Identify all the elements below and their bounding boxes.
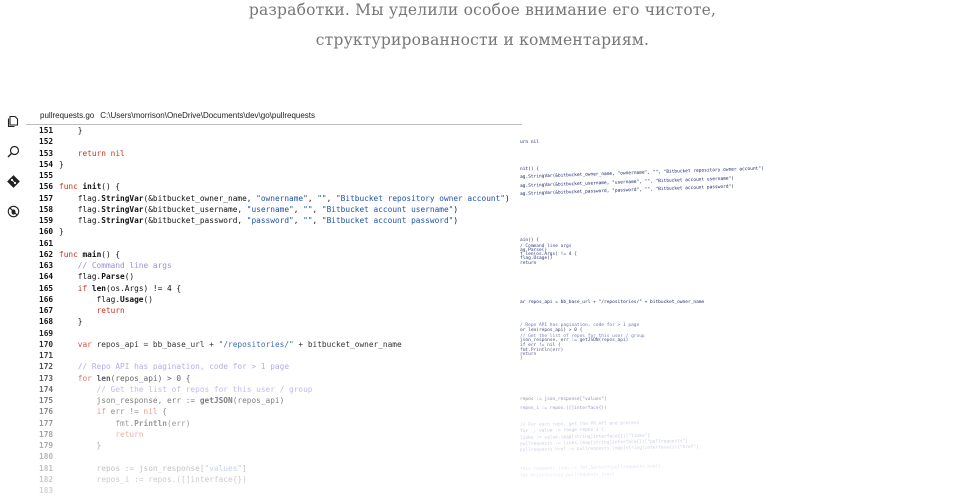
minimap-line: this_requests_json := fmt.Sprintf(pullre…: [520, 464, 661, 472]
code-line[interactable]: 167 return: [26, 305, 526, 316]
line-content[interactable]: repos_i := repos.([]interface{}): [59, 474, 247, 485]
code-line[interactable]: 183: [26, 485, 526, 496]
line-content[interactable]: // Get the list of repos for this user /…: [59, 384, 313, 395]
file-name[interactable]: pullrequests.go: [40, 111, 94, 120]
line-content[interactable]: func main() {: [59, 249, 120, 260]
line-number: 183: [39, 486, 54, 495]
code-line[interactable]: 174 // Get the list of repos for this us…: [26, 384, 526, 395]
code-editor[interactable]: pullrequests.go C:\Users\morrison\OneDriv…: [26, 108, 965, 500]
line-content[interactable]: return: [59, 305, 125, 316]
source-control-icon[interactable]: [6, 174, 20, 188]
files-icon[interactable]: [6, 114, 20, 128]
code-line[interactable]: 169: [26, 328, 526, 339]
line-content[interactable]: }: [59, 125, 83, 136]
line-content[interactable]: json_response, err := getJSON(repos_api): [59, 395, 285, 406]
code-line[interactable]: 177 fmt.Println(err): [26, 418, 526, 429]
code-line[interactable]: 165 if len(os.Args) != 4 {: [26, 283, 526, 294]
code-line[interactable]: 161: [26, 238, 526, 249]
debug-icon[interactable]: [6, 204, 20, 218]
minimap-line: urn nil: [520, 140, 539, 145]
line-content[interactable]: repos := json_response["values"]: [59, 463, 247, 474]
line-content[interactable]: }: [59, 159, 64, 170]
code-line[interactable]: 166 flag.Usage(): [26, 294, 526, 305]
line-content[interactable]: }: [59, 440, 102, 451]
code-line[interactable]: 152: [26, 136, 526, 147]
line-content[interactable]: flag.StringVar(&bitbucket_username, "use…: [59, 204, 458, 215]
code-line[interactable]: 153 return nil: [26, 148, 526, 159]
minimap-line: }: [520, 356, 523, 361]
minimap-line: return: [520, 261, 537, 266]
line-content[interactable]: if len(os.Args) != 4 {: [59, 283, 181, 294]
code-line[interactable]: 151 }: [26, 125, 526, 136]
code-line[interactable]: 162 func main() {: [26, 249, 526, 260]
line-content[interactable]: if err != nil {: [59, 406, 167, 417]
line-content[interactable]: var repos_api = bb_base_url + "/reposito…: [59, 339, 402, 350]
minimap-line: nit() {: [520, 167, 539, 172]
line-content[interactable]: return: [59, 429, 143, 440]
minimap-line: repos := json_response["values"]: [520, 397, 607, 402]
code-line[interactable]: 173 for len(repos_api) > 0 {: [26, 373, 526, 384]
code-line[interactable]: 158 flag.StringVar(&bitbucket_username, …: [26, 204, 526, 215]
code-line[interactable]: 171: [26, 350, 526, 361]
line-content[interactable]: func init() {: [59, 181, 120, 192]
line-content[interactable]: // Command line args: [59, 260, 172, 271]
minimap-line: // For each repo, get the PR API and pro…: [520, 420, 640, 428]
code-line[interactable]: 179 }: [26, 440, 526, 451]
line-number: 171: [39, 351, 54, 360]
file-path: C:\Users\morrison\OneDrive\Documents\dev…: [100, 111, 316, 120]
code-line[interactable]: 168 }: [26, 316, 526, 327]
minimap-line: or len(repos_api) > 0 {: [520, 328, 583, 333]
line-number: 152: [39, 137, 54, 147]
code-line[interactable]: 172 // Repo API has pagination, code for…: [26, 361, 526, 372]
intro-text-line-1: разработки. Мы уделили особое внимание е…: [248, 1, 717, 19]
code-line[interactable]: 156 func init() {: [26, 181, 526, 192]
line-content[interactable]: flag.Parse(): [59, 271, 134, 282]
line-content[interactable]: fmt.Println(err): [59, 418, 190, 429]
minimap-line: ar repos_api = bb_base_url + "/repositor…: [520, 300, 705, 305]
code-line[interactable]: 175 json_response, err := getJSON(repos_…: [26, 395, 526, 406]
minimap-line: repos_i := repos.([]interface{}): [520, 406, 607, 411]
code-line[interactable]: 157 flag.StringVar(&bitbucket_owner_name…: [26, 193, 526, 204]
code-line[interactable]: 159 flag.StringVar(&bitbucket_password, …: [26, 215, 526, 226]
search-icon[interactable]: [6, 144, 20, 158]
line-content[interactable]: }: [59, 316, 83, 327]
code-line[interactable]: 160}: [26, 226, 526, 237]
code-line[interactable]: 182 repos_i := repos.([]interface{}): [26, 474, 526, 485]
code-line[interactable]: 164 flag.Parse(): [26, 271, 526, 282]
code-line[interactable]: 180: [26, 451, 526, 462]
code-line[interactable]: 170 var repos_api = bb_base_url + "/repo…: [26, 339, 526, 350]
intro-text-line-2: структурированности и комментариям.: [315, 31, 650, 49]
line-content[interactable]: flag.StringVar(&bitbucket_password, "pas…: [59, 215, 458, 226]
minimap[interactable]: urn nil nit() {ag.StringVar(&bitbucket_ow…: [520, 140, 820, 500]
code-line[interactable]: 176 if err != nil {: [26, 406, 526, 417]
code-lines[interactable]: 151 } 152 153 return nil 154} 155 156 func ini…: [26, 125, 526, 496]
line-content[interactable]: for len(repos_api) > 0 {: [59, 373, 191, 384]
minimap-line: ain() {: [520, 238, 539, 243]
code-line[interactable]: 155: [26, 170, 526, 181]
line-number: 169: [39, 328, 54, 338]
code-line[interactable]: 163 // Command line args: [26, 260, 526, 271]
line-content[interactable]: // Repo API has pagination, code for > 1…: [59, 361, 289, 372]
line-content[interactable]: return nil: [59, 148, 125, 159]
code-line[interactable]: 154}: [26, 159, 526, 170]
minimap-line: fmt.Println(this_pullrequests_json): [520, 472, 615, 479]
minimap-line: for _, value := range repos_i {: [520, 427, 605, 434]
code-line[interactable]: 178 return: [26, 429, 526, 440]
line-number: 161: [39, 238, 54, 248]
code-line[interactable]: 181 repos := json_response["values"]: [26, 463, 526, 474]
editor-title-bar: pullrequests.go C:\Users\morrison\OneDriv…: [26, 108, 522, 125]
line-number: 155: [39, 171, 54, 180]
line-number: 180: [39, 452, 54, 462]
line-content[interactable]: flag.Usage(): [59, 294, 153, 305]
line-content[interactable]: flag.StringVar(&bitbucket_owner_name, "o…: [59, 193, 510, 204]
line-content[interactable]: }: [59, 226, 64, 237]
